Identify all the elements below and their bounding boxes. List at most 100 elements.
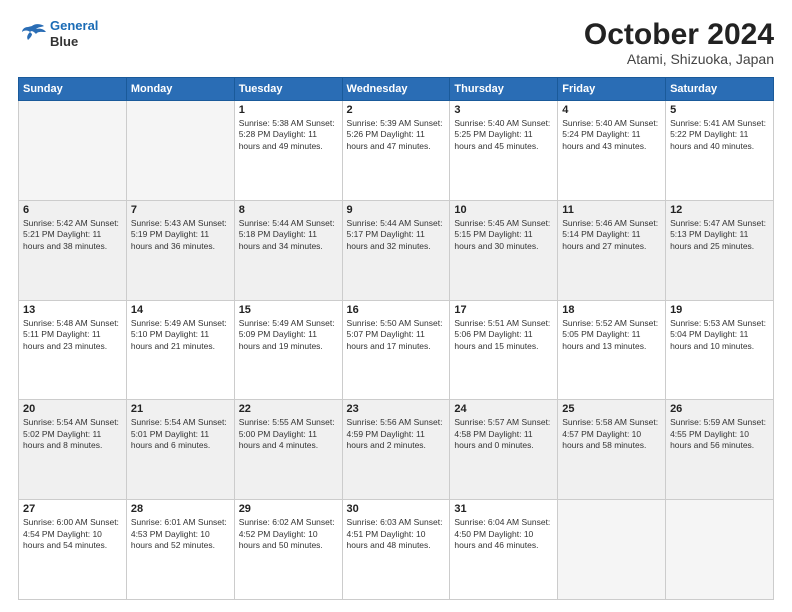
calendar-day-cell: 15 Sunrise: 5:49 AM Sunset: 5:09 PM Dayli… <box>234 300 342 400</box>
page-subtitle: Atami, Shizuoka, Japan <box>584 51 774 67</box>
calendar-day-cell: 29Sunrise: 6:02 AM Sunset: 4:52 PM Dayli… <box>234 500 342 600</box>
day-info: Sunrise: 5:54 AM Sunset: 5:02 PM Dayligh… <box>23 417 122 451</box>
weekday-header-monday: Monday <box>126 78 234 101</box>
day-info: Sunrise: 5:44 AM Sunset: 5:18 PM Dayligh… <box>239 218 338 252</box>
day-info: Sunrise: 6:02 AM Sunset: 4:52 PM Dayligh… <box>239 517 338 551</box>
day-number: 16 <box>347 304 446 316</box>
weekday-header-wednesday: Wednesday <box>342 78 450 101</box>
day-info: Sunrise: 5:44 AM Sunset: 5:17 PM Dayligh… <box>347 218 446 252</box>
calendar-day-cell <box>19 101 127 201</box>
calendar-week-row: 1 Sunrise: 5:38 AM Sunset: 5:28 PM Daylig… <box>19 101 774 201</box>
page: General Blue October 2024 Atami, Shizuok… <box>0 0 792 612</box>
calendar-day-cell: 31 Sunrise: 6:04 AM Sunset: 4:50 PM Dayli… <box>450 500 558 600</box>
day-number: 6 <box>23 204 122 216</box>
day-number: 30 <box>347 503 446 515</box>
calendar-day-cell: 25 Sunrise: 5:58 AM Sunset: 4:57 PM Dayli… <box>558 400 666 500</box>
day-number: 27 <box>23 503 122 515</box>
calendar-day-cell: 11Sunrise: 5:46 AM Sunset: 5:14 PM Dayli… <box>558 200 666 300</box>
day-number: 21 <box>131 403 230 415</box>
day-info: Sunrise: 5:58 AM Sunset: 4:57 PM Dayligh… <box>562 417 661 451</box>
weekday-header-thursday: Thursday <box>450 78 558 101</box>
calendar-week-row: 20 Sunrise: 5:54 AM Sunset: 5:02 PM Dayli… <box>19 400 774 500</box>
day-number: 9 <box>347 204 446 216</box>
day-info: Sunrise: 5:51 AM Sunset: 5:06 PM Dayligh… <box>454 318 553 352</box>
calendar-day-cell: 28 Sunrise: 6:01 AM Sunset: 4:53 PM Dayli… <box>126 500 234 600</box>
calendar-day-cell: 14Sunrise: 5:49 AM Sunset: 5:10 PM Dayli… <box>126 300 234 400</box>
day-number: 4 <box>562 104 661 116</box>
calendar-day-cell: 10Sunrise: 5:45 AM Sunset: 5:15 PM Dayli… <box>450 200 558 300</box>
day-number: 23 <box>347 403 446 415</box>
weekday-header-saturday: Saturday <box>666 78 774 101</box>
logo-line1: General <box>50 18 98 33</box>
day-number: 11 <box>562 204 661 216</box>
day-info: Sunrise: 5:54 AM Sunset: 5:01 PM Dayligh… <box>131 417 230 451</box>
day-number: 20 <box>23 403 122 415</box>
day-number: 24 <box>454 403 553 415</box>
calendar-day-cell <box>666 500 774 600</box>
day-info: Sunrise: 5:53 AM Sunset: 5:04 PM Dayligh… <box>670 318 769 352</box>
day-info: Sunrise: 6:01 AM Sunset: 4:53 PM Dayligh… <box>131 517 230 551</box>
logo-line2: Blue <box>50 34 98 50</box>
day-number: 25 <box>562 403 661 415</box>
day-info: Sunrise: 6:00 AM Sunset: 4:54 PM Dayligh… <box>23 517 122 551</box>
calendar-day-cell: 20 Sunrise: 5:54 AM Sunset: 5:02 PM Dayli… <box>19 400 127 500</box>
day-info: Sunrise: 5:49 AM Sunset: 5:10 PM Dayligh… <box>131 318 230 352</box>
day-info: Sunrise: 5:57 AM Sunset: 4:58 PM Dayligh… <box>454 417 553 451</box>
day-info: Sunrise: 5:38 AM Sunset: 5:28 PM Dayligh… <box>239 118 338 152</box>
day-info: Sunrise: 5:39 AM Sunset: 5:26 PM Dayligh… <box>347 118 446 152</box>
calendar-week-row: 6 Sunrise: 5:42 AM Sunset: 5:21 PM Daylig… <box>19 200 774 300</box>
day-info: Sunrise: 5:40 AM Sunset: 5:24 PM Dayligh… <box>562 118 661 152</box>
calendar-day-cell: 22Sunrise: 5:55 AM Sunset: 5:00 PM Dayli… <box>234 400 342 500</box>
day-info: Sunrise: 5:48 AM Sunset: 5:11 PM Dayligh… <box>23 318 122 352</box>
calendar-day-cell: 6 Sunrise: 5:42 AM Sunset: 5:21 PM Daylig… <box>19 200 127 300</box>
day-number: 2 <box>347 104 446 116</box>
calendar-day-cell: 13 Sunrise: 5:48 AM Sunset: 5:11 PM Dayli… <box>19 300 127 400</box>
day-info: Sunrise: 5:56 AM Sunset: 4:59 PM Dayligh… <box>347 417 446 451</box>
day-info: Sunrise: 5:43 AM Sunset: 5:19 PM Dayligh… <box>131 218 230 252</box>
calendar-week-row: 13 Sunrise: 5:48 AM Sunset: 5:11 PM Dayli… <box>19 300 774 400</box>
day-number: 13 <box>23 304 122 316</box>
day-number: 22 <box>239 403 338 415</box>
calendar-day-cell: 18Sunrise: 5:52 AM Sunset: 5:05 PM Dayli… <box>558 300 666 400</box>
day-info: Sunrise: 5:41 AM Sunset: 5:22 PM Dayligh… <box>670 118 769 152</box>
calendar-day-cell: 8Sunrise: 5:44 AM Sunset: 5:18 PM Daylig… <box>234 200 342 300</box>
weekday-header-friday: Friday <box>558 78 666 101</box>
calendar-day-cell: 24 Sunrise: 5:57 AM Sunset: 4:58 PM Dayli… <box>450 400 558 500</box>
logo: General Blue <box>18 18 98 49</box>
calendar-week-row: 27 Sunrise: 6:00 AM Sunset: 4:54 PM Dayli… <box>19 500 774 600</box>
day-number: 28 <box>131 503 230 515</box>
page-title: October 2024 <box>584 18 774 51</box>
calendar-day-cell: 19Sunrise: 5:53 AM Sunset: 5:04 PM Dayli… <box>666 300 774 400</box>
logo-icon <box>18 22 46 46</box>
day-info: Sunrise: 5:52 AM Sunset: 5:05 PM Dayligh… <box>562 318 661 352</box>
title-block: October 2024 Atami, Shizuoka, Japan <box>584 18 774 67</box>
calendar-day-cell <box>558 500 666 600</box>
calendar-table: SundayMondayTuesdayWednesdayThursdayFrid… <box>18 77 774 600</box>
weekday-header-tuesday: Tuesday <box>234 78 342 101</box>
calendar-day-cell <box>126 101 234 201</box>
calendar-day-cell: 30Sunrise: 6:03 AM Sunset: 4:51 PM Dayli… <box>342 500 450 600</box>
day-number: 1 <box>239 104 338 116</box>
weekday-header-sunday: Sunday <box>19 78 127 101</box>
calendar-header-row: SundayMondayTuesdayWednesdayThursdayFrid… <box>19 78 774 101</box>
day-number: 15 <box>239 304 338 316</box>
day-info: Sunrise: 5:45 AM Sunset: 5:15 PM Dayligh… <box>454 218 553 252</box>
day-number: 31 <box>454 503 553 515</box>
calendar-day-cell: 5Sunrise: 5:41 AM Sunset: 5:22 PM Daylig… <box>666 101 774 201</box>
day-info: Sunrise: 6:04 AM Sunset: 4:50 PM Dayligh… <box>454 517 553 551</box>
day-info: Sunrise: 5:40 AM Sunset: 5:25 PM Dayligh… <box>454 118 553 152</box>
day-info: Sunrise: 5:42 AM Sunset: 5:21 PM Dayligh… <box>23 218 122 252</box>
header: General Blue October 2024 Atami, Shizuok… <box>18 18 774 67</box>
calendar-day-cell: 16 Sunrise: 5:50 AM Sunset: 5:07 PM Dayli… <box>342 300 450 400</box>
calendar-day-cell: 9 Sunrise: 5:44 AM Sunset: 5:17 PM Daylig… <box>342 200 450 300</box>
calendar-day-cell: 27 Sunrise: 6:00 AM Sunset: 4:54 PM Dayli… <box>19 500 127 600</box>
calendar-day-cell: 2 Sunrise: 5:39 AM Sunset: 5:26 PM Daylig… <box>342 101 450 201</box>
day-info: Sunrise: 5:47 AM Sunset: 5:13 PM Dayligh… <box>670 218 769 252</box>
day-info: Sunrise: 5:49 AM Sunset: 5:09 PM Dayligh… <box>239 318 338 352</box>
calendar-day-cell: 3 Sunrise: 5:40 AM Sunset: 5:25 PM Daylig… <box>450 101 558 201</box>
day-number: 26 <box>670 403 769 415</box>
day-number: 3 <box>454 104 553 116</box>
day-info: Sunrise: 5:50 AM Sunset: 5:07 PM Dayligh… <box>347 318 446 352</box>
calendar-day-cell: 4 Sunrise: 5:40 AM Sunset: 5:24 PM Daylig… <box>558 101 666 201</box>
calendar-day-cell: 21 Sunrise: 5:54 AM Sunset: 5:01 PM Dayli… <box>126 400 234 500</box>
